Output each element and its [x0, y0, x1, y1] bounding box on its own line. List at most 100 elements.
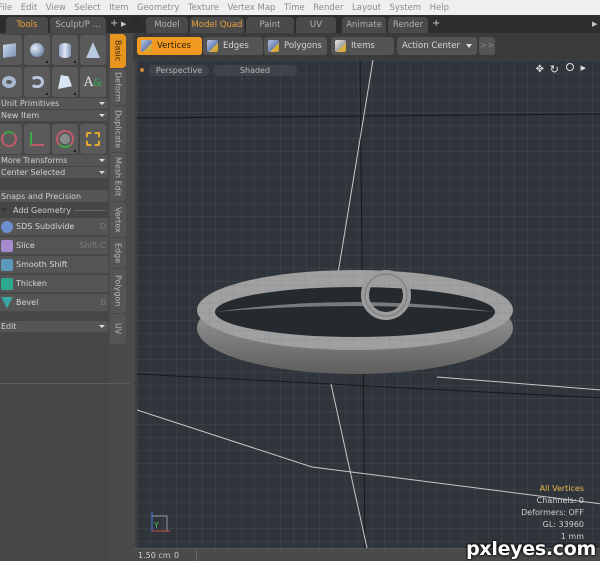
- unit-primitives-dropdown[interactable]: Unit Primitives: [0, 98, 108, 109]
- sds-subdivide-icon: [1, 220, 13, 233]
- tool-thicken[interactable]: Thicken: [0, 275, 108, 293]
- 3d-viewport[interactable]: Y ✥ ↻ ▶ All Vertices Channels: 0 Deforme…: [135, 60, 600, 548]
- tool-sds-subdivide[interactable]: SDS Subdivide D: [0, 218, 108, 236]
- tab-animate[interactable]: Animate: [342, 17, 386, 33]
- menu-select[interactable]: Select: [74, 3, 100, 13]
- cube-icon: [2, 42, 16, 58]
- torus-button[interactable]: [0, 67, 22, 97]
- chevron-down-icon: [99, 171, 105, 174]
- thicken-icon: [1, 277, 13, 290]
- pan-icon[interactable]: ✥: [536, 64, 544, 75]
- sphere-button[interactable]: [24, 35, 50, 65]
- center-selected-dropdown[interactable]: Center Selected: [0, 167, 108, 178]
- hud-deformers: Deformers: OFF: [521, 508, 584, 517]
- viewport-options-dot-icon[interactable]: [140, 68, 144, 72]
- chevron-down-icon: [99, 102, 105, 105]
- add-geometry-section[interactable]: Add Geometry: [0, 204, 108, 216]
- tool-slice[interactable]: Slice Shift-C: [0, 237, 108, 255]
- viewport-scene: Y: [137, 60, 600, 548]
- rotate-view-icon[interactable]: ↻: [550, 63, 559, 76]
- items-mode-button[interactable]: Items: [331, 37, 394, 55]
- vtab-mesh-edit[interactable]: Mesh Edit: [110, 153, 126, 201]
- add-tab-icon[interactable]: +: [110, 18, 118, 29]
- pen-button[interactable]: [52, 67, 78, 97]
- tube-button[interactable]: [24, 67, 50, 97]
- menu-layout[interactable]: Layout: [352, 3, 381, 13]
- tab-sculpt-paint[interactable]: Sculpt/P ...: [50, 17, 106, 33]
- ring-model[interactable]: [197, 270, 513, 374]
- tab-tools[interactable]: Tools: [6, 17, 48, 33]
- more-tools-button[interactable]: >>: [479, 37, 495, 55]
- hud-selection: All Vertices: [539, 484, 584, 493]
- action-center-dropdown[interactable]: Action Center: [397, 37, 477, 55]
- menu-system[interactable]: System: [389, 3, 421, 13]
- cube-button[interactable]: [0, 35, 22, 65]
- hud-channels: Channels: 0: [536, 496, 584, 505]
- edit-dropdown[interactable]: Edit: [0, 321, 108, 332]
- layout-scroll-right-icon[interactable]: ▶: [592, 20, 597, 28]
- menu-help[interactable]: Help: [430, 3, 449, 13]
- menu-item[interactable]: Item: [109, 3, 128, 13]
- tool-smooth-shift[interactable]: Smooth Shift: [0, 256, 108, 274]
- menu-texture[interactable]: Texture: [188, 3, 219, 13]
- more-transforms-dropdown[interactable]: More Transforms: [0, 155, 108, 166]
- smooth-shift-icon: [1, 258, 13, 271]
- collapse-triangle-icon: [1, 208, 7, 212]
- rotate-button[interactable]: [52, 124, 78, 154]
- sphere-icon: [30, 43, 44, 57]
- axis-y-label: Y: [153, 521, 159, 530]
- menu-vertex-map[interactable]: Vertex Map: [227, 3, 275, 13]
- menu-geometry[interactable]: Geometry: [137, 3, 179, 13]
- tab-scroll-right-icon[interactable]: ▶: [121, 20, 126, 28]
- menu-view[interactable]: View: [46, 3, 66, 13]
- tab-model[interactable]: Model: [146, 17, 188, 33]
- viewport-menu-icon[interactable]: ▶: [581, 64, 586, 72]
- vtab-uv[interactable]: UV: [110, 314, 126, 344]
- cone-icon: [86, 42, 100, 58]
- snaps-precision-button[interactable]: Snaps and Precision: [0, 190, 108, 202]
- scale-icon: [86, 132, 100, 146]
- menu-edit[interactable]: Edit: [21, 3, 37, 13]
- scale-button[interactable]: [80, 124, 106, 154]
- vtab-duplicate[interactable]: Duplicate: [110, 106, 126, 152]
- polygons-cube-icon: [268, 40, 279, 52]
- transform-button[interactable]: [24, 124, 50, 154]
- vtab-edge[interactable]: Edge: [110, 238, 126, 268]
- menu-time[interactable]: Time: [284, 3, 305, 13]
- tool-bevel[interactable]: Bevel B: [0, 294, 108, 312]
- shading-mode-button[interactable]: Shaded: [213, 65, 297, 76]
- vtab-polygon[interactable]: Polygon: [110, 269, 126, 313]
- tab-bar: Tools Sculpt/P ... + ▶ Model Model Quad …: [0, 15, 600, 33]
- vertices-mode-button[interactable]: Vertices: [137, 37, 202, 55]
- view-type-button[interactable]: Perspective: [149, 65, 209, 76]
- text-icon: A&: [83, 74, 103, 90]
- tab-paint[interactable]: Paint: [246, 17, 294, 33]
- bevel-icon: [1, 296, 13, 309]
- menu-file[interactable]: File: [0, 3, 12, 13]
- vtab-vertex[interactable]: Vertex: [110, 202, 126, 237]
- menu-render[interactable]: Render: [313, 3, 343, 13]
- rotate-icon: [56, 130, 74, 148]
- transform-icon: [30, 132, 44, 146]
- edges-mode-button[interactable]: Edges: [203, 37, 263, 55]
- tab-render[interactable]: Render: [388, 17, 428, 33]
- cone-button[interactable]: [80, 35, 106, 65]
- panel-divider[interactable]: [0, 383, 130, 384]
- cylinder-button[interactable]: [52, 35, 78, 65]
- watermark: pxleyes.com: [466, 538, 596, 560]
- text-button[interactable]: A&: [80, 67, 106, 97]
- vtab-basic[interactable]: Basic: [110, 34, 126, 68]
- status-value: 0: [174, 551, 180, 560]
- vtab-deform[interactable]: Deform: [110, 69, 126, 105]
- edges-cube-icon: [207, 40, 218, 52]
- polygons-mode-button[interactable]: Polygons: [264, 37, 327, 55]
- layout-menu-icon[interactable]: [133, 19, 139, 25]
- add-layout-tab-icon[interactable]: +: [432, 18, 440, 29]
- hud-gl: GL: 33960: [542, 520, 584, 529]
- tab-uv[interactable]: UV: [296, 17, 336, 33]
- tab-model-quad[interactable]: Model Quad: [190, 17, 244, 33]
- move-button[interactable]: [0, 124, 22, 154]
- zoom-view-icon[interactable]: [566, 63, 574, 71]
- new-item-dropdown[interactable]: New Item: [0, 110, 108, 121]
- torus-icon: [2, 76, 16, 88]
